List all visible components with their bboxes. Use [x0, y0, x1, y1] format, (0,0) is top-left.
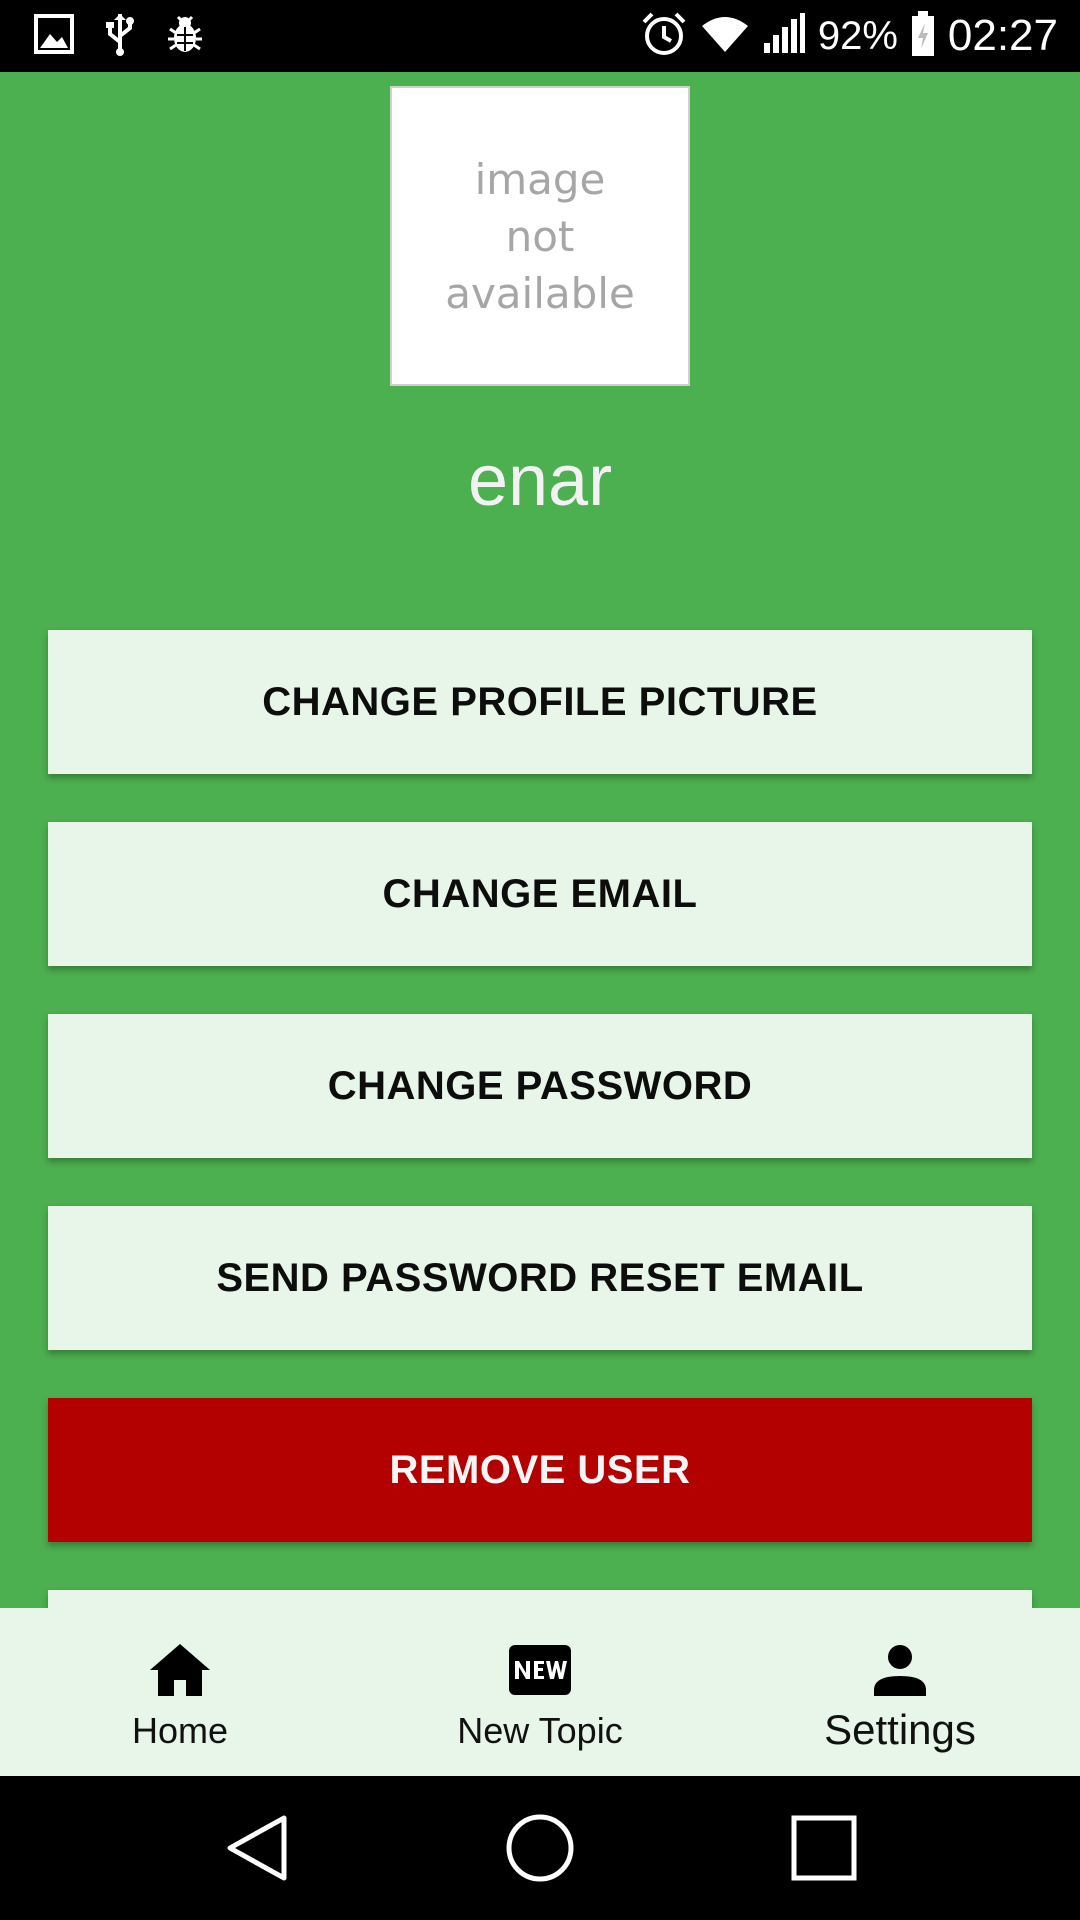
username: enar — [467, 441, 613, 521]
nav-item-home[interactable]: Home — [0, 1608, 360, 1776]
recents-icon[interactable] — [784, 1808, 864, 1888]
settings-screen: image not available enar CHANGE PROFILE … — [0, 72, 1080, 1608]
next-button-partially-visible[interactable] — [48, 1590, 1032, 1608]
usb-icon — [104, 12, 136, 61]
person-icon — [872, 1640, 928, 1700]
change-password-button[interactable]: CHANGE PASSWORD — [48, 1014, 1032, 1158]
placeholder-text-line: image — [474, 154, 606, 204]
remove-user-button[interactable]: REMOVE USER — [48, 1398, 1032, 1542]
nav-label-settings: Settings — [824, 1706, 976, 1753]
new-badge-icon — [509, 1640, 571, 1700]
status-bar: 92% 02:27 — [0, 0, 1080, 72]
change-email-button[interactable]: CHANGE EMAIL — [48, 822, 1032, 966]
gallery-icon — [34, 13, 74, 59]
wifi-icon — [700, 14, 750, 59]
battery-charging-icon — [910, 10, 936, 62]
alarm-icon — [640, 10, 688, 63]
placeholder-text-line: available — [445, 268, 635, 318]
nav-item-settings[interactable]: Settings — [720, 1608, 1080, 1776]
change-profile-picture-button[interactable]: CHANGE PROFILE PICTURE — [48, 630, 1032, 774]
nav-label-new-topic: New Topic — [457, 1710, 623, 1751]
bottom-navigation: Home New Topic Settings — [0, 1608, 1080, 1776]
back-icon[interactable] — [216, 1808, 296, 1888]
nav-item-new-topic[interactable]: New Topic — [360, 1608, 720, 1776]
bug-icon — [166, 13, 204, 60]
nav-label-home: Home — [131, 1710, 229, 1751]
profile-picture: image not available — [390, 86, 690, 386]
signal-icon — [762, 12, 806, 60]
send-password-reset-email-button[interactable]: SEND PASSWORD RESET EMAIL — [48, 1206, 1032, 1350]
home-circle-icon[interactable] — [500, 1808, 580, 1888]
clock: 02:27 — [947, 11, 1058, 60]
battery-percent: 92% — [817, 13, 898, 58]
placeholder-text-line: not — [505, 211, 575, 261]
home-icon — [148, 1640, 212, 1700]
system-navigation-bar — [0, 1776, 1080, 1920]
